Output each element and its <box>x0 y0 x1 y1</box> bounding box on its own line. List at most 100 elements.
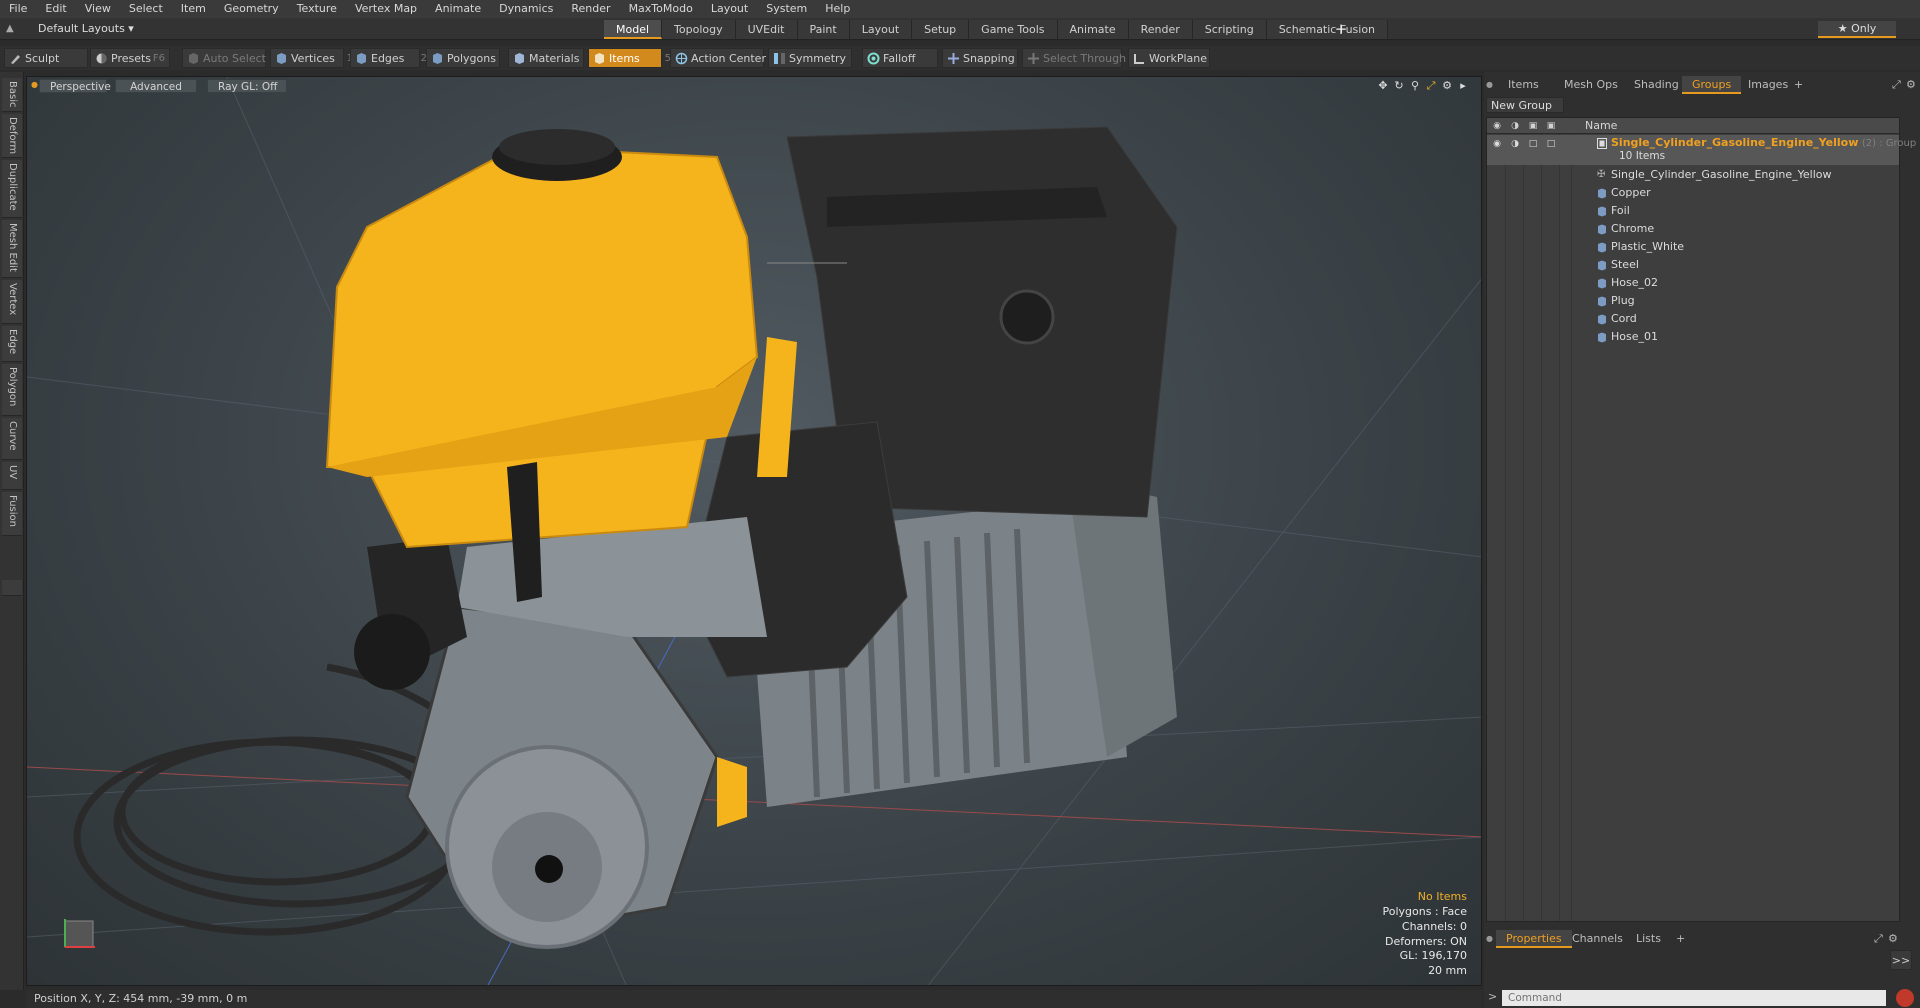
tab-setup[interactable]: Setup <box>912 20 970 39</box>
column-name-header[interactable]: Name <box>1585 118 1617 134</box>
snapping-button[interactable]: Snapping <box>942 48 1018 68</box>
menu-select[interactable]: Select <box>120 0 172 18</box>
vtab-polygon[interactable]: Polygon <box>2 364 22 416</box>
tab-shading[interactable]: Shading <box>1624 76 1689 94</box>
list-item[interactable]: Copper <box>1487 184 1899 202</box>
list-item[interactable]: ✠ Single_Cylinder_Gasoline_Engine_Yellow <box>1487 166 1899 184</box>
tab-channels[interactable]: Channels <box>1562 930 1633 948</box>
vtab-extra[interactable] <box>2 580 22 596</box>
visibility-eye-icon[interactable]: ◉ <box>1491 120 1503 132</box>
menu-view[interactable]: View <box>76 0 120 18</box>
list-item[interactable]: Plastic_White <box>1487 238 1899 256</box>
menu-geometry[interactable]: Geometry <box>215 0 288 18</box>
vtab-deform[interactable]: Deform <box>2 114 22 158</box>
action-center-button[interactable]: Action Center <box>670 48 766 68</box>
vertices-button[interactable]: Vertices 1 <box>270 48 353 68</box>
viewport-menu-icon[interactable]: ● <box>31 80 39 89</box>
menu-layout[interactable]: Layout <box>702 0 757 18</box>
tab-mesh-ops[interactable]: Mesh Ops <box>1554 76 1628 94</box>
new-group-button[interactable]: New Group <box>1486 97 1564 113</box>
group-select-icon[interactable]: □ <box>1545 138 1557 150</box>
tab-groups[interactable]: Groups <box>1682 76 1742 94</box>
list-item[interactable]: Plug <box>1487 292 1899 310</box>
materials-button[interactable]: Materials <box>508 48 584 68</box>
tab-model[interactable]: Model <box>604 20 663 39</box>
command-input[interactable] <box>1502 990 1886 1006</box>
tab-layout[interactable]: Layout <box>849 20 913 39</box>
menu-texture[interactable]: Texture <box>288 0 346 18</box>
list-item[interactable]: Hose_02 <box>1487 274 1899 292</box>
polygons-button[interactable]: Polygons <box>426 48 500 68</box>
menu-system[interactable]: System <box>757 0 816 18</box>
menu-dynamics[interactable]: Dynamics <box>490 0 562 18</box>
pan-icon[interactable]: ✥ <box>1375 79 1391 93</box>
properties-settings-icon[interactable]: ⚙ <box>1888 932 1900 945</box>
3d-viewport[interactable]: ● Perspective Advanced Ray GL: Off ✥ ↻ ⚲… <box>26 76 1482 986</box>
record-macro-icon[interactable] <box>1896 989 1914 1007</box>
tab-lists[interactable]: Lists <box>1626 930 1671 948</box>
tab-topology[interactable]: Topology <box>662 20 736 39</box>
add-properties-tab-button[interactable]: + <box>1666 930 1695 948</box>
vtab-vertex[interactable]: Vertex <box>2 280 22 324</box>
perspective-dropdown[interactable]: Perspective <box>39 79 111 93</box>
zoom-icon[interactable]: ⚲ <box>1407 79 1423 93</box>
rotate-icon[interactable]: ↻ <box>1391 79 1407 93</box>
properties-expand-icon[interactable]: ⤢ <box>1874 932 1886 945</box>
lock-icon[interactable]: ▣ <box>1527 120 1539 132</box>
vtab-duplicate[interactable]: Duplicate <box>2 160 22 218</box>
vtab-uv[interactable]: UV <box>2 462 22 490</box>
workplane-button[interactable]: WorkPlane <box>1128 48 1210 68</box>
tab-properties[interactable]: Properties <box>1496 930 1572 948</box>
vtab-basic[interactable]: Basic <box>2 78 22 112</box>
list-item[interactable]: Hose_01 <box>1487 328 1899 346</box>
vtab-edge[interactable]: Edge <box>2 326 22 362</box>
auto-select-button[interactable]: Auto Select <box>182 48 266 68</box>
menu-vertex-map[interactable]: Vertex Map <box>346 0 426 18</box>
raygl-dropdown[interactable]: Ray GL: Off <box>207 79 287 93</box>
tab-scripting[interactable]: Scripting <box>1192 20 1267 39</box>
vtab-fusion[interactable]: Fusion <box>2 492 22 536</box>
menu-animate[interactable]: Animate <box>426 0 490 18</box>
only-toggle-button[interactable]: ★ Only <box>1818 21 1896 38</box>
list-item[interactable]: Foil <box>1487 202 1899 220</box>
tab-items[interactable]: Items <box>1498 76 1549 94</box>
menu-item[interactable]: Item <box>172 0 215 18</box>
presets-button[interactable]: Presets F6 <box>90 48 170 68</box>
list-item[interactable]: Steel <box>1487 256 1899 274</box>
fit-icon[interactable]: ⤢ <box>1423 79 1439 93</box>
select-toggle-icon[interactable]: ▣ <box>1545 120 1557 132</box>
shading-advanced-dropdown[interactable]: Advanced <box>115 79 197 93</box>
list-item[interactable]: Cord <box>1487 310 1899 328</box>
vtab-curve[interactable]: Curve <box>2 418 22 460</box>
expand-panel-icon[interactable]: ⤢ <box>1892 78 1904 91</box>
menu-help[interactable]: Help <box>816 0 859 18</box>
collapse-toggle-icon[interactable]: ▲ <box>6 22 18 36</box>
render-toggle-icon[interactable]: ◑ <box>1509 120 1521 132</box>
items-button[interactable]: Items 5 <box>588 48 671 68</box>
group-visibility-icon[interactable]: ◉ <box>1491 138 1503 150</box>
tab-schematic-fusion[interactable]: Schematic Fusion <box>1266 20 1389 39</box>
group-row[interactable]: ◉ ◑ □ □ Single_Cylinder_Gasoline_Engine_… <box>1487 135 1916 165</box>
edges-button[interactable]: Edges 2 <box>350 48 427 68</box>
properties-menu-icon[interactable]: ● <box>1486 934 1494 943</box>
tab-uvedit[interactable]: UVEdit <box>735 20 798 39</box>
menu-render[interactable]: Render <box>562 0 619 18</box>
falloff-button[interactable]: Falloff <box>862 48 938 68</box>
expand-command-button[interactable]: >> <box>1890 950 1912 970</box>
sculpt-button[interactable]: Sculpt <box>4 48 88 68</box>
panel-menu-icon[interactable]: ● <box>1486 80 1494 89</box>
tab-game-tools[interactable]: Game Tools <box>969 20 1058 39</box>
menu-edit[interactable]: Edit <box>36 0 75 18</box>
vtab-mesh-edit[interactable]: Mesh Edit <box>2 220 22 278</box>
panel-settings-icon[interactable]: ⚙ <box>1906 78 1918 91</box>
tab-render[interactable]: Render <box>1128 20 1193 39</box>
viewport-arrow-icon[interactable]: ▸ <box>1455 79 1471 93</box>
select-through-button[interactable]: Select Through <box>1022 48 1126 68</box>
tab-animate[interactable]: Animate <box>1057 20 1129 39</box>
layout-dropdown[interactable]: Default Layouts ▾ <box>22 21 142 37</box>
group-render-icon[interactable]: ◑ <box>1509 138 1521 150</box>
add-panel-tab-button[interactable]: + <box>1784 76 1813 94</box>
group-lock-icon[interactable]: □ <box>1527 138 1539 150</box>
menu-file[interactable]: File <box>0 0 36 18</box>
menu-maxtomodo[interactable]: MaxToModo <box>620 0 702 18</box>
